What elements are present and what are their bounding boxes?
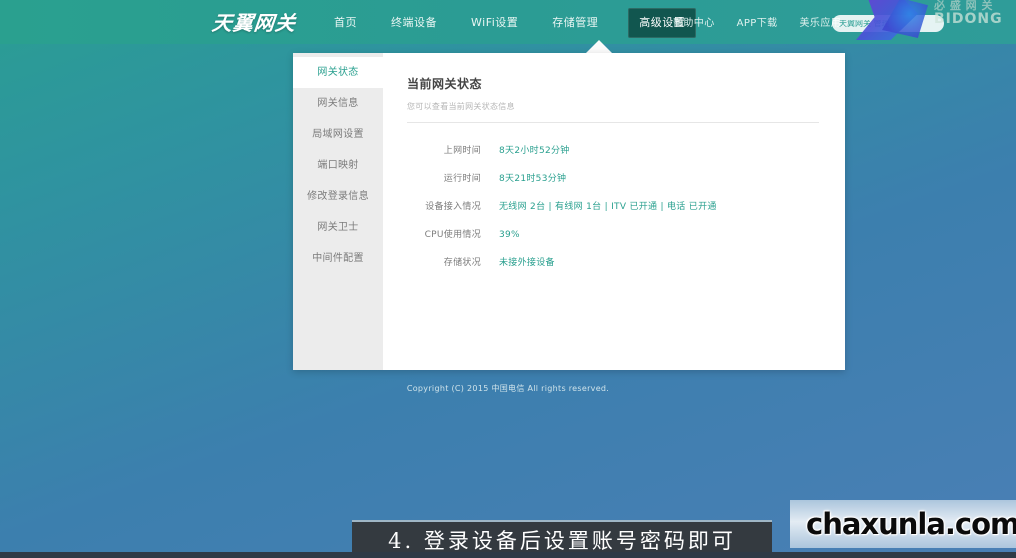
status-row-online-time: 上网时间 8天2小时52分钟 [407,145,819,157]
page-subtitle: 您可以查看当前网关状态信息 [407,102,515,111]
status-row-uptime: 运行时间 8天21时53分钟 [407,173,819,185]
status-list: 上网时间 8天2小时52分钟 运行时间 8天21时53分钟 设备接入情况 无线网… [407,145,819,269]
status-label: 存储状况 [443,258,481,268]
nav-item-terminal-devices[interactable]: 终端设备 [387,11,441,35]
content-area: 当前网关状态 您可以查看当前网关状态信息 上网时间 8天2小时52分钟 运行时间… [383,53,845,370]
top-navigation-bar: 天翼网关 首页 终端设备 WiFi设置 存储管理 高级设置 帮助中心 APP下载… [0,0,1016,44]
secondary-nav: 帮助中心 APP下载 美乐应用 [673,14,841,29]
status-value: 未接外接设备 [499,258,555,268]
nav-item-storage-management[interactable]: 存储管理 [548,11,602,35]
nav-item-help-center[interactable]: 帮助中心 [673,14,715,29]
sidebar-item-gateway-guard[interactable]: 网关卫士 [293,212,383,243]
site-watermark: chaxunla.com [806,507,1016,541]
site-logo[interactable]: 天翼网关 [211,10,312,36]
sidebar-item-lan-settings[interactable]: 局域网设置 [293,119,383,150]
page-title: 当前网关状态 [407,77,483,91]
instruction-caption-text: 4. 登录设备后设置账号密码即可 [388,529,736,553]
status-row-storage-status: 存储状况 未接外接设备 [407,257,819,269]
browser-viewport: 天翼网关 首页 终端设备 WiFi设置 存储管理 高级设置 帮助中心 APP下载… [0,0,1016,558]
primary-nav: 首页 终端设备 WiFi设置 存储管理 高级设置 [330,8,697,38]
nav-item-app-download[interactable]: APP下载 [737,14,778,29]
active-tab-pointer-icon [586,40,612,53]
content-divider [407,122,819,123]
sidebar-item-gateway-info[interactable]: 网关信息 [293,88,383,119]
status-label: 上网时间 [443,146,481,156]
status-value: 8天2小时52分钟 [499,146,570,156]
nav-item-home[interactable]: 首页 [330,11,361,35]
sidebar-item-change-login-info[interactable]: 修改登录信息 [293,181,383,212]
status-label: CPU使用情况 [424,230,481,240]
account-pill[interactable]: 天翼网关 管理 [832,15,944,32]
sidebar-item-middleware-config[interactable]: 中间件配置 [293,243,383,274]
nav-item-wifi-settings[interactable]: WiFi设置 [467,11,522,35]
footer-copyright: Copyright (C) 2015 中国电信 All rights reser… [406,384,610,393]
bottom-edge-bar [0,552,1016,558]
status-row-connected-devices: 设备接入情况 无线网 2台 | 有线网 1台 | ITV 已开通 | 电话 已开… [407,201,819,213]
sidebar-item-port-mapping[interactable]: 端口映射 [293,150,383,181]
status-label: 运行时间 [443,174,481,184]
status-value: 8天21时53分钟 [499,174,567,184]
account-pill-label: 天翼网关 管理 [839,19,890,28]
main-panel: 网关状态 网关信息 局域网设置 端口映射 修改登录信息 网关卫士 中间件配置 当… [293,53,845,370]
status-value: 无线网 2台 | 有线网 1台 | ITV 已开通 | 电话 已开通 [499,202,717,212]
sidebar-item-gateway-status[interactable]: 网关状态 [293,57,383,88]
status-label: 设备接入情况 [425,202,481,212]
status-value: 39% [499,230,520,240]
status-row-cpu-usage: CPU使用情况 39% [407,229,819,241]
settings-sidebar: 网关状态 网关信息 局域网设置 端口映射 修改登录信息 网关卫士 中间件配置 [293,53,383,370]
